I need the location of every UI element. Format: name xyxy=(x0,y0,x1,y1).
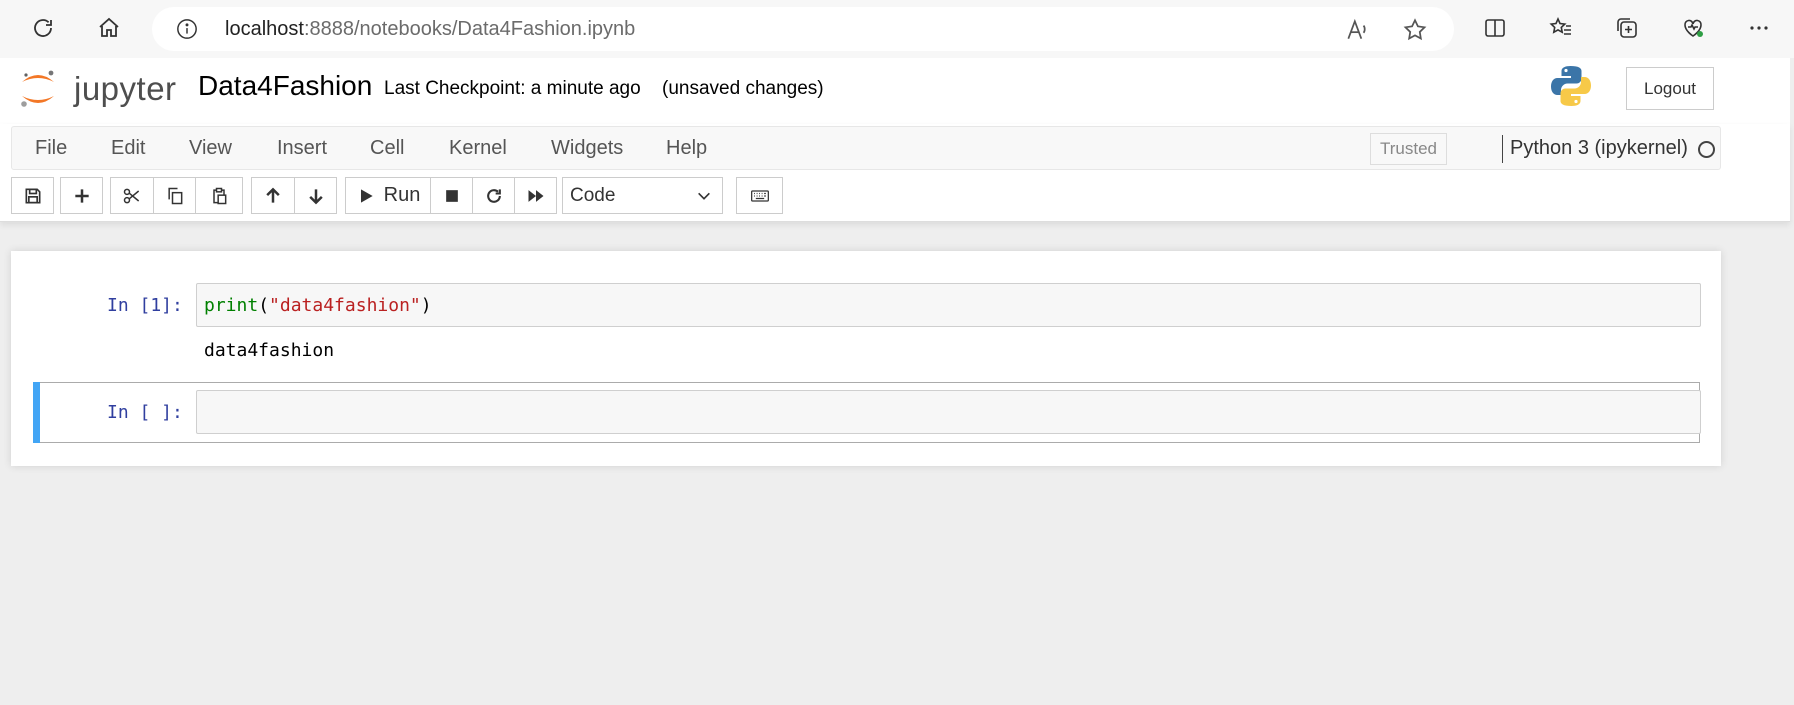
jupyter-logo[interactable]: jupyter xyxy=(18,64,178,114)
code-paren-open: ( xyxy=(258,295,270,316)
refresh-icon[interactable] xyxy=(28,13,58,43)
copy-button[interactable] xyxy=(153,177,196,214)
url-text[interactable]: localhost:8888/notebooks/Data4Fashion.ip… xyxy=(225,18,635,41)
scissors-icon xyxy=(123,188,140,203)
save-button[interactable] xyxy=(11,177,54,214)
run-label: Run xyxy=(383,184,421,206)
browser-essentials-icon[interactable] xyxy=(1678,13,1708,43)
jupyter-wordmark: jupyter xyxy=(74,70,177,107)
url-host: localhost xyxy=(225,18,304,40)
cell-type-value: Code xyxy=(570,184,616,206)
command-palette-button[interactable] xyxy=(736,177,783,214)
cell-2-prompt: In [ ]: xyxy=(107,402,183,423)
notebook-name[interactable]: Data4Fashion xyxy=(198,70,372,102)
favorite-star-icon[interactable] xyxy=(1402,17,1428,43)
menu-widgets[interactable]: Widgets xyxy=(551,137,623,160)
chevron-down-icon xyxy=(698,192,710,200)
site-info-icon[interactable] xyxy=(176,18,198,40)
run-button[interactable]: Run xyxy=(345,177,431,214)
checkpoint-status: Last Checkpoint: a minute ago xyxy=(384,78,641,99)
read-aloud-icon[interactable] xyxy=(1344,17,1370,43)
stop-icon xyxy=(445,189,458,202)
home-icon[interactable] xyxy=(94,13,124,43)
paste-icon xyxy=(213,187,227,204)
kernel-idle-indicator xyxy=(1698,141,1715,158)
restart-icon xyxy=(486,188,501,203)
cell-2-code-input[interactable] xyxy=(196,390,1701,434)
code-function: print xyxy=(204,295,259,316)
kernel-name[interactable]: Python 3 (ipykernel) xyxy=(1510,137,1688,160)
arrow-down-icon xyxy=(308,188,323,204)
fast-forward-icon xyxy=(528,189,543,202)
python-logo-icon xyxy=(1551,66,1591,106)
cell-type-select[interactable]: Code xyxy=(562,177,723,214)
plus-icon xyxy=(74,188,89,203)
menu-edit[interactable]: Edit xyxy=(111,137,145,160)
play-icon xyxy=(360,188,373,203)
more-options-icon[interactable] xyxy=(1744,13,1774,43)
menubar: File Edit View Insert Cell Kernel Widget… xyxy=(11,126,1721,170)
url-path: :8888/notebooks/Data4Fashion.ipynb xyxy=(303,18,636,40)
split-screen-icon[interactable] xyxy=(1480,13,1510,43)
cut-button[interactable] xyxy=(110,177,154,214)
copy-icon xyxy=(167,187,182,204)
restart-kernel-button[interactable] xyxy=(472,177,515,214)
arrow-up-icon xyxy=(266,187,280,203)
selected-cell-indicator xyxy=(33,382,40,443)
collections-icon[interactable] xyxy=(1612,13,1642,43)
address-bar[interactable]: localhost:8888/notebooks/Data4Fashion.ip… xyxy=(152,7,1454,51)
cell-1-code-input[interactable]: print("data4fashion") xyxy=(196,283,1701,327)
code-string: "data4fashion" xyxy=(269,295,421,316)
jupyter-orbit-icon xyxy=(21,70,54,107)
kernel-separator xyxy=(1502,135,1503,163)
favorites-icon[interactable] xyxy=(1546,13,1576,43)
move-down-button[interactable] xyxy=(294,177,337,214)
restart-run-all-button[interactable] xyxy=(514,177,557,214)
paste-button[interactable] xyxy=(195,177,243,214)
menu-help[interactable]: Help xyxy=(666,137,707,160)
keyboard-icon xyxy=(750,189,769,202)
menu-insert[interactable]: Insert xyxy=(277,137,327,160)
menu-file[interactable]: File xyxy=(35,137,67,160)
unsaved-changes-indicator: (unsaved changes) xyxy=(662,78,824,99)
notebook-container: In [1]: print("data4fashion") data4fashi… xyxy=(11,251,1721,466)
move-up-button[interactable] xyxy=(251,177,295,214)
menu-view[interactable]: View xyxy=(189,137,232,160)
cell-1-prompt: In [1]: xyxy=(107,295,183,316)
code-paren-close: ) xyxy=(420,295,432,316)
save-icon xyxy=(25,188,40,203)
insert-cell-button[interactable] xyxy=(60,177,103,214)
cell-1-output: data4fashion xyxy=(204,340,335,361)
cell-1-code: print("data4fashion") xyxy=(204,295,432,316)
menu-cell[interactable]: Cell xyxy=(370,137,404,160)
interrupt-kernel-button[interactable] xyxy=(430,177,473,214)
logout-button[interactable]: Logout xyxy=(1626,67,1714,110)
browser-toolbar: localhost:8888/notebooks/Data4Fashion.ip… xyxy=(0,0,1794,58)
notebook-header: jupyter Data4Fashion Last Checkpoint: a … xyxy=(0,58,1790,124)
trusted-indicator[interactable]: Trusted xyxy=(1370,133,1447,165)
menu-kernel[interactable]: Kernel xyxy=(449,137,507,160)
menu-toolbar-container: File Edit View Insert Cell Kernel Widget… xyxy=(0,124,1790,222)
